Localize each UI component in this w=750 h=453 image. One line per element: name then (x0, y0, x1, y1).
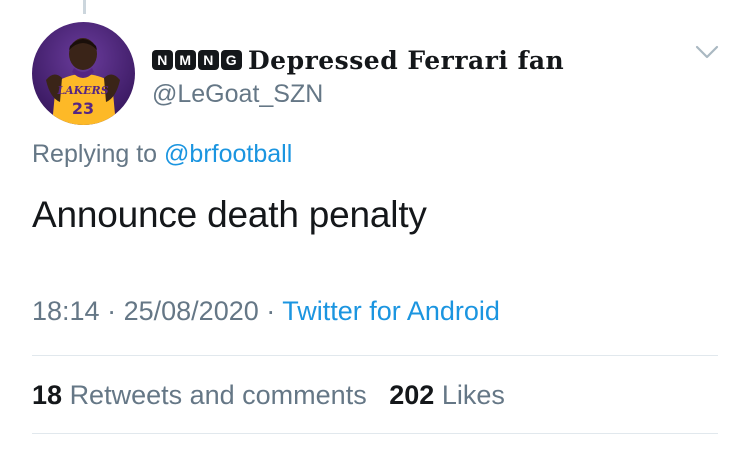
meta-separator: · (107, 296, 117, 326)
user-names: N M N G Depressed Ferrari fan @LeGoat_SZ… (152, 44, 564, 109)
tweet-time[interactable]: 18:14 (32, 296, 100, 326)
avatar-jersey-text: LAKERS (56, 84, 108, 97)
tweet-date[interactable]: 25/08/2020 (124, 296, 259, 326)
name-badge: M (175, 50, 196, 70)
replying-to: Replying to @brfootball (32, 140, 292, 169)
name-badge: N (152, 50, 173, 70)
replying-to-label: Replying to (32, 140, 158, 168)
display-name[interactable]: N M N G Depressed Ferrari fan (152, 44, 564, 76)
reply-mention-link[interactable]: @brfootball (164, 140, 292, 168)
retweets-count: 18 (32, 380, 63, 410)
name-badges: N M N G (152, 50, 242, 70)
name-badge: N (198, 50, 219, 70)
retweets-label: Retweets and comments (69, 380, 367, 410)
tweet-source-link[interactable]: Twitter for Android (282, 296, 500, 326)
thread-connector-line (83, 0, 86, 14)
avatar[interactable]: LAKERS 23 (32, 22, 135, 125)
display-name-text: Depressed Ferrari fan (248, 45, 565, 75)
tweet-header: LAKERS 23 N M N G Depressed Ferrari fan … (32, 22, 720, 132)
likes-count: 202 (389, 380, 435, 410)
retweets-stat[interactable]: 18 Retweets and comments (32, 380, 374, 410)
likes-label: Likes (441, 380, 505, 410)
tweet-meta: 18:14 · 25/08/2020 · Twitter for Android (32, 296, 500, 327)
name-badge: G (221, 50, 242, 70)
tweet-text: Announce death penalty (32, 194, 427, 235)
avatar-image: LAKERS 23 (46, 38, 120, 125)
meta-separator: · (266, 296, 276, 326)
divider (32, 355, 718, 356)
user-handle[interactable]: @LeGoat_SZN (152, 80, 564, 109)
divider (32, 433, 718, 434)
tweet-stats: 18 Retweets and comments 202 Likes (32, 380, 505, 411)
chevron-down-icon[interactable] (694, 42, 720, 62)
avatar-jersey-number: 23 (72, 99, 94, 118)
likes-stat[interactable]: 202 Likes (389, 380, 505, 410)
